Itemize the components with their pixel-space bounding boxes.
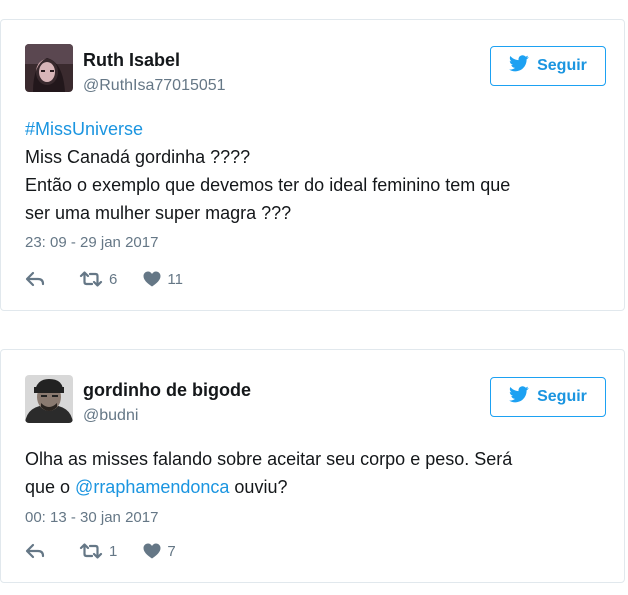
user-handle[interactable]: @budni bbox=[83, 407, 138, 425]
tweet-text-line: Então o exemplo que devemos ter do ideal… bbox=[25, 175, 511, 195]
twitter-bird-icon bbox=[509, 55, 529, 77]
tweet-text-line: que o @rraphamendonca ouviu? bbox=[25, 473, 610, 501]
follow-button-label: Seguir bbox=[537, 388, 587, 405]
follow-button[interactable]: Seguir bbox=[490, 46, 606, 86]
reply-button[interactable] bbox=[25, 543, 45, 559]
reply-icon bbox=[25, 271, 45, 287]
like-count: 7 bbox=[167, 542, 176, 560]
tweet-text: #MissUniverse Miss Canadá gordinha ???? … bbox=[25, 115, 610, 227]
heart-icon bbox=[143, 271, 161, 287]
tweet-actions: 1 7 bbox=[25, 540, 196, 562]
follow-button-label: Seguir bbox=[537, 57, 587, 74]
retweet-icon bbox=[79, 271, 103, 287]
tweet-card: Ruth Isabel @RuthIsa77015051 Seguir #Mis… bbox=[0, 19, 625, 311]
retweet-count: 6 bbox=[109, 270, 118, 288]
heart-icon bbox=[143, 543, 161, 559]
tweet-text-line: Miss Canadá gordinha ???? bbox=[25, 147, 251, 167]
like-button[interactable]: 7 bbox=[143, 542, 176, 560]
tweet-text-line: Olha as misses falando sobre aceitar seu… bbox=[25, 449, 513, 469]
retweet-count: 1 bbox=[109, 542, 118, 560]
tweet-text-segment: que o bbox=[25, 477, 76, 497]
tweet-text-line: ser uma mulher super magra ??? bbox=[25, 203, 292, 223]
display-name[interactable]: Ruth Isabel bbox=[83, 50, 180, 71]
follow-button[interactable]: Seguir bbox=[490, 377, 606, 417]
avatar[interactable] bbox=[25, 375, 73, 423]
reply-button[interactable] bbox=[25, 271, 45, 287]
tweet-actions: 6 11 bbox=[25, 268, 203, 290]
like-button[interactable]: 11 bbox=[143, 271, 183, 288]
timestamp[interactable]: 00: 13 - 30 jan 2017 bbox=[25, 509, 158, 526]
like-count: 11 bbox=[167, 270, 183, 288]
avatar[interactable] bbox=[25, 44, 73, 92]
tweet-text: Olha as misses falando sobre aceitar seu… bbox=[25, 445, 610, 501]
tweet-card: gordinho de bigode @budni Seguir Olha as… bbox=[0, 349, 625, 583]
display-name[interactable]: gordinho de bigode bbox=[83, 380, 251, 401]
twitter-bird-icon bbox=[509, 386, 529, 408]
retweet-button[interactable]: 6 bbox=[79, 271, 117, 288]
retweet-icon bbox=[79, 543, 103, 559]
mention-link[interactable]: @rraphamendonca bbox=[75, 477, 229, 497]
reply-icon bbox=[25, 543, 45, 559]
hashtag-link[interactable]: #MissUniverse bbox=[25, 115, 610, 143]
tweet-text-segment: ouviu? bbox=[229, 477, 288, 497]
retweet-button[interactable]: 1 bbox=[79, 543, 117, 560]
timestamp[interactable]: 23: 09 - 29 jan 2017 bbox=[25, 234, 158, 251]
user-handle[interactable]: @RuthIsa77015051 bbox=[83, 77, 226, 95]
